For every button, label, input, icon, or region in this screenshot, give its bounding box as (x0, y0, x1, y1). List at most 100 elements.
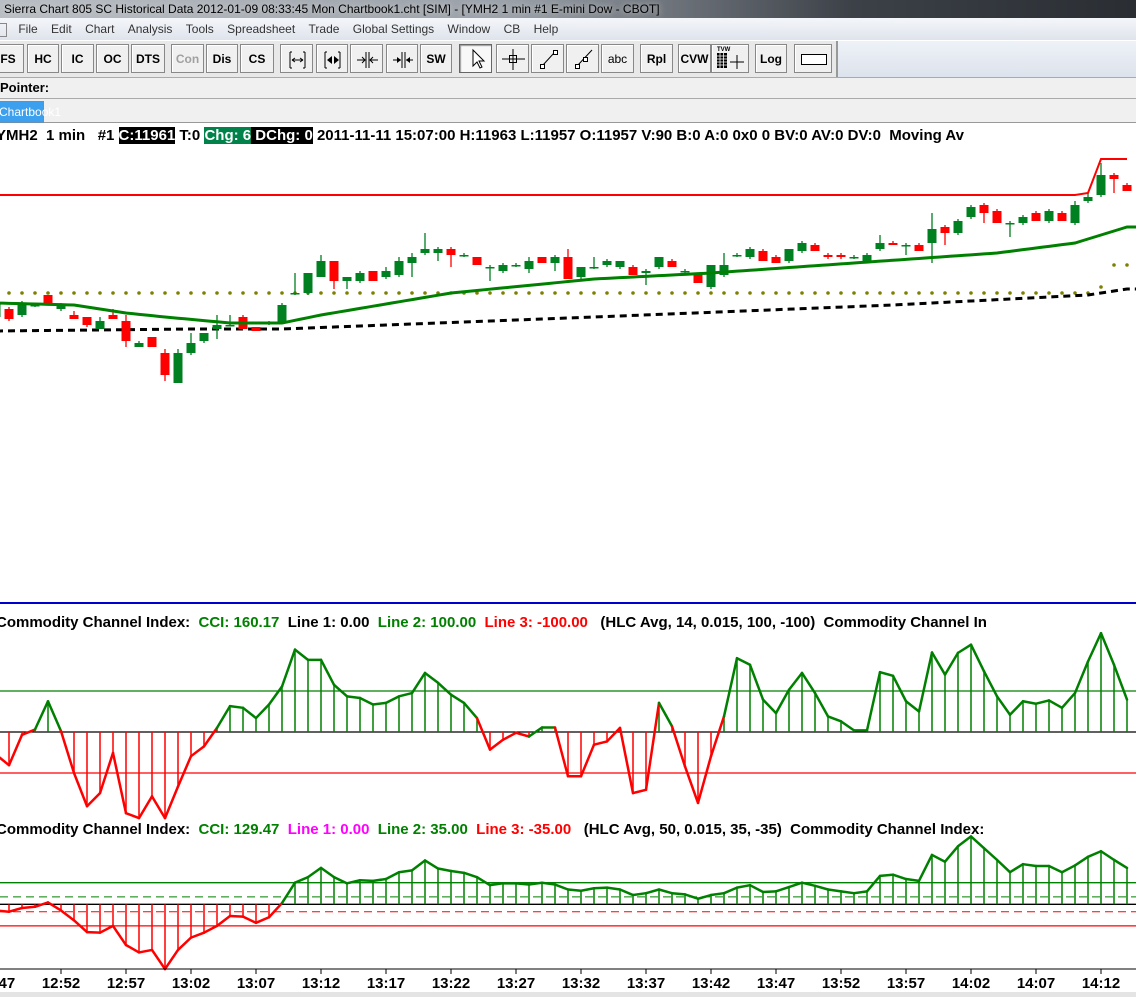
candle-up (303, 273, 313, 293)
dot-marker (345, 291, 349, 295)
candle-up (420, 249, 430, 253)
candle-up (0, 303, 1, 317)
candle-down (810, 245, 820, 251)
time-axis-label: 13:42 (691, 975, 731, 992)
dot-marker (787, 291, 791, 295)
time-axis-label: 14:02 (951, 975, 991, 992)
candle-down (1122, 185, 1132, 191)
candle-up (95, 321, 105, 329)
cci2-line3: Line 3: -35.00 (476, 821, 580, 838)
cci2-line-segment (267, 901, 284, 919)
cci2-line-segment (176, 936, 193, 952)
dot-marker (618, 291, 622, 295)
candle-down (82, 317, 92, 325)
dot-marker (826, 291, 830, 295)
dot-marker (98, 291, 102, 295)
cci1-line-segment (1034, 699, 1051, 705)
horizontal-scrollbar[interactable] (0, 992, 1136, 997)
candle-down (667, 261, 677, 267)
cci2-line-segment (670, 891, 687, 896)
time-axis-label: 13:32 (561, 975, 601, 992)
candle-up (290, 293, 300, 295)
cci1-line-segment (982, 670, 999, 698)
dot-marker (215, 291, 219, 295)
cci2-line-segment (761, 890, 778, 894)
dot-marker (150, 291, 154, 295)
cci1-line1: Line 1: 0.00 (287, 614, 378, 631)
cci2-line-segment (306, 866, 323, 879)
cci1-line-segment (33, 700, 50, 731)
candle-up (745, 249, 755, 257)
cci1-line-segment (280, 648, 297, 688)
time-axis-label: 13:22 (431, 975, 471, 992)
dot-marker (865, 291, 869, 295)
cci1-line-segment (163, 785, 180, 820)
candle-up (615, 261, 625, 267)
cci1-line-segment (371, 701, 388, 706)
cci2-line-segment (592, 886, 609, 890)
cci2-line-segment (293, 875, 310, 884)
cci2-line-segment (1099, 849, 1116, 862)
dot-marker (124, 291, 128, 295)
candle-up (732, 255, 742, 257)
dot-marker (137, 291, 141, 295)
candle-down (121, 321, 131, 341)
cci1-line-segment (579, 743, 596, 778)
candle-down (836, 255, 846, 257)
cci1-line-segment (722, 656, 739, 718)
cci2-line2: Line 2: 35.00 (377, 821, 477, 838)
dot-marker (241, 291, 245, 295)
cci1-line-segment (904, 700, 921, 713)
cci2-line-segment (982, 846, 999, 862)
cci2-line-segment (878, 873, 895, 878)
cci2-line-segment (579, 887, 596, 892)
cci1-line-segment (449, 693, 466, 705)
candle-up (199, 333, 209, 341)
dot-marker (228, 291, 232, 295)
cci2-line-segment (722, 886, 739, 895)
dot-marker (774, 291, 778, 295)
chart-header: YMH2 1 min #1 C:11961 T:0 Chg: 6 DChg: 0… (0, 127, 964, 145)
cci1-line-segment (787, 671, 804, 692)
cci2-line-segment (514, 882, 531, 886)
dot-marker (384, 291, 388, 295)
cci2-line-segment (254, 916, 271, 925)
cci1-line-segment (891, 674, 908, 703)
candle-up (1018, 217, 1028, 223)
cci2-line-segment (423, 859, 440, 870)
cci2-line-segment (644, 888, 661, 895)
candle-up (212, 325, 222, 329)
dot-marker (683, 291, 687, 295)
candle-up (576, 267, 586, 277)
cci1-header: Commodity Channel Index: CCI: 160.17 Lin… (0, 614, 987, 632)
candle-up (680, 271, 690, 273)
cci1-line-segment (995, 695, 1012, 717)
cci1-line-segment (1060, 691, 1077, 710)
candle-down (147, 337, 157, 347)
candle-down (446, 249, 456, 255)
cci1-line-segment (826, 715, 843, 723)
cci1-line-segment (1086, 631, 1103, 663)
time-axis-label: 13:27 (496, 975, 536, 992)
candle-up (1083, 197, 1093, 201)
cci1-line-segment (293, 648, 310, 662)
candle-up (342, 277, 352, 281)
cci2-line-segment (748, 883, 765, 894)
cci1-line-segment (1021, 700, 1038, 705)
chart-area[interactable] (0, 0, 1136, 997)
dot-marker (176, 291, 180, 295)
time-axis-label: 12:52 (41, 975, 81, 992)
cci1-line-segment (605, 726, 622, 743)
cci2-line-segment (280, 881, 297, 905)
cci2-line1: Line 1: 0.00 (287, 821, 378, 838)
dot-marker (605, 291, 609, 295)
time-axis-label: 14:12 (1081, 975, 1121, 992)
close-value: C:11961 (118, 127, 176, 144)
cci1-line-segment (969, 643, 986, 673)
cci2-line-segment (735, 883, 752, 889)
candle-up (589, 267, 599, 269)
dot-marker (33, 291, 37, 295)
candle-up (1096, 175, 1106, 195)
cci1-line-segment (72, 771, 89, 808)
cci2-line-segment (1112, 858, 1129, 870)
